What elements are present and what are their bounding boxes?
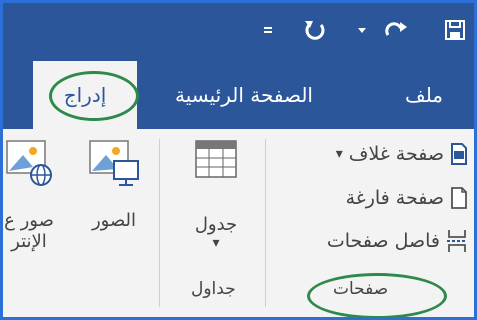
- tab-home[interactable]: الصفحة الرئيسية: [153, 61, 335, 129]
- table-button[interactable]: جدول ▾: [176, 139, 256, 251]
- word-window: ملف الصفحة الرئيسية إدراج صفحة غلاف ▾ صف…: [0, 0, 477, 320]
- ribbon-tabs: ملف الصفحة الرئيسية إدراج: [3, 61, 474, 129]
- page-break-label: فاصل صفحات: [326, 230, 440, 252]
- table-dropdown-icon: ▾: [212, 235, 220, 251]
- quick-access-toolbar: [3, 3, 474, 61]
- cover-page-button[interactable]: صفحة غلاف ▾: [273, 143, 468, 165]
- tab-file[interactable]: ملف: [389, 61, 459, 129]
- blank-page-label: صفحة فارغة: [345, 187, 444, 209]
- redo-icon[interactable]: [381, 15, 411, 45]
- pages-group-highlight: [307, 273, 447, 317]
- online-pictures-button[interactable]: صور ع الإنتر: [3, 139, 55, 252]
- pictures-label: الصور: [91, 210, 137, 231]
- online-pictures-label-line2: الإنتر: [11, 231, 47, 252]
- table-icon: [195, 140, 237, 178]
- online-pictures-label: صور ع: [4, 210, 54, 231]
- cover-page-dropdown-icon: ▾: [335, 146, 343, 162]
- cover-page-icon: [451, 143, 467, 165]
- tab-file-label: ملف: [404, 83, 444, 107]
- blank-page-icon: [451, 187, 467, 209]
- pictures-button[interactable]: الصور: [79, 139, 149, 231]
- cover-page-label: صفحة غلاف: [348, 143, 444, 165]
- customize-qat-icon[interactable]: [347, 15, 377, 45]
- save-icon[interactable]: [440, 15, 470, 45]
- tab-home-label: الصفحة الرئيسية: [175, 83, 313, 107]
- tab-insert-highlight: [49, 71, 139, 121]
- touch-mode-icon[interactable]: [253, 15, 283, 45]
- group-separator: [159, 139, 160, 307]
- ribbon-insert: صفحة غلاف ▾ صفحة فارغة فاصل صفحات صفحات …: [3, 129, 474, 317]
- pictures-icon: [89, 140, 139, 186]
- page-break-icon: [447, 230, 467, 252]
- page-break-button[interactable]: فاصل صفحات: [273, 229, 468, 253]
- tables-group-label: جداول: [191, 279, 236, 299]
- online-pictures-icon: [6, 140, 52, 186]
- undo-icon[interactable]: [300, 15, 330, 45]
- group-separator: [265, 139, 266, 307]
- table-label: جدول: [194, 214, 238, 235]
- blank-page-button[interactable]: صفحة فارغة: [273, 187, 468, 209]
